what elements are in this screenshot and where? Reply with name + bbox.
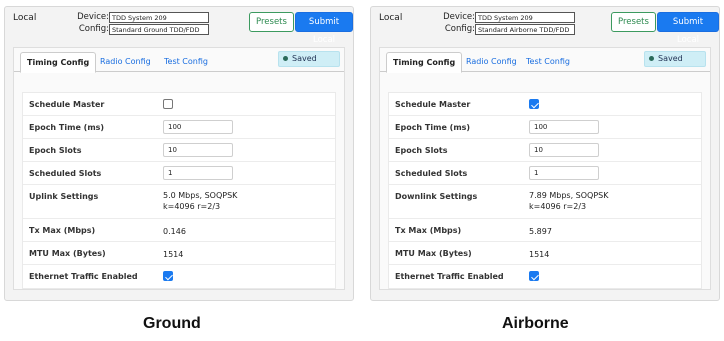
uplink-settings-value: 5.0 Mbps, SOQPSK k=4096 r=2/3	[163, 190, 237, 212]
config-field[interactable]: Standard Airborne TDD/FDD	[475, 24, 575, 35]
submit-local-button[interactable]: Submit Local	[657, 12, 719, 45]
epoch-time-label: Epoch Time (ms)	[29, 123, 105, 132]
config-card: Timing Config Radio Config Test Config S…	[13, 47, 345, 290]
tx-max-label: Tx Max (Mbps)	[395, 226, 462, 235]
tx-max-value: 5.897	[529, 227, 552, 236]
saved-badge: Saved	[278, 51, 340, 67]
ethernet-traffic-label: Ethernet Traffic Enabled	[395, 272, 504, 281]
ethernet-traffic-checkbox[interactable]	[529, 271, 539, 281]
downlink-settings-label: Downlink Settings	[395, 192, 478, 201]
device-label: Device:	[443, 12, 475, 22]
timing-settings-table: Schedule Master Epoch Time (ms) 100 Epoc…	[22, 92, 336, 289]
timing-settings-table: Schedule Master Epoch Time (ms) 100 Epoc…	[388, 92, 702, 289]
epoch-slots-label: Epoch Slots	[395, 146, 448, 155]
panel-header: Local Device: TDD System 209 Config: Sta…	[5, 7, 353, 45]
uplink-settings-label: Uplink Settings	[29, 192, 99, 201]
ethernet-traffic-checkbox[interactable]	[163, 271, 173, 281]
row-tx-max: Tx Max (Mbps) 0.146	[23, 219, 335, 242]
submit-local-button[interactable]: Submit Local	[295, 12, 353, 45]
epoch-time-input[interactable]: 100	[529, 120, 599, 134]
mtu-max-label: MTU Max (Bytes)	[395, 249, 472, 258]
downlink-rate: 7.89 Mbps, SOQPSK	[529, 191, 609, 200]
row-schedule-master: Schedule Master	[389, 93, 701, 116]
local-label: Local	[13, 13, 37, 23]
local-label: Local	[379, 13, 403, 23]
epoch-time-input[interactable]: 100	[163, 120, 233, 134]
tx-max-label: Tx Max (Mbps)	[29, 226, 96, 235]
row-mtu-max: MTU Max (Bytes) 1514	[389, 242, 701, 265]
device-field[interactable]: TDD System 209	[109, 12, 209, 23]
row-downlink-settings: Downlink Settings 7.89 Mbps, SOQPSK k=409…	[389, 185, 701, 219]
row-epoch-time: Epoch Time (ms) 100	[389, 116, 701, 139]
epoch-slots-label: Epoch Slots	[29, 146, 82, 155]
device-label: Device:	[77, 12, 109, 22]
mtu-max-value: 1514	[163, 250, 184, 259]
tab-radio-config[interactable]: Radio Config	[94, 52, 157, 72]
epoch-slots-input[interactable]: 10	[163, 143, 233, 157]
saved-badge: Saved	[644, 51, 706, 67]
tab-timing-config[interactable]: Timing Config	[386, 52, 463, 73]
row-scheduled-slots: Scheduled Slots 1	[23, 162, 335, 185]
tx-max-value: 0.146	[163, 227, 186, 236]
saved-text: Saved	[292, 54, 317, 63]
scheduled-slots-input[interactable]: 1	[529, 166, 599, 180]
schedule-master-label: Schedule Master	[29, 100, 105, 109]
downlink-coding: k=4096 r=2/3	[529, 202, 587, 211]
tab-bar: Timing Config Radio Config Test Config S…	[380, 48, 710, 73]
saved-text: Saved	[658, 54, 683, 63]
scheduled-slots-input[interactable]: 1	[163, 166, 233, 180]
epoch-slots-input[interactable]: 10	[529, 143, 599, 157]
config-label: Config:	[78, 24, 109, 34]
downlink-settings-value: 7.89 Mbps, SOQPSK k=4096 r=2/3	[529, 190, 609, 212]
device-field[interactable]: TDD System 209	[475, 12, 575, 23]
status-dot-icon	[649, 56, 654, 61]
presets-button[interactable]: Presets	[249, 12, 294, 32]
tab-bar: Timing Config Radio Config Test Config S…	[14, 48, 344, 73]
airborne-config-panel: Local Device: TDD System 209 Config: Sta…	[370, 6, 720, 301]
row-schedule-master: Schedule Master	[23, 93, 335, 116]
row-epoch-slots: Epoch Slots 10	[23, 139, 335, 162]
schedule-master-checkbox[interactable]	[529, 99, 539, 109]
config-label: Config:	[444, 24, 475, 34]
row-mtu-max: MTU Max (Bytes) 1514	[23, 242, 335, 265]
row-ethernet-traffic: Ethernet Traffic Enabled	[389, 265, 701, 288]
airborne-caption: Airborne	[502, 315, 569, 332]
ground-config-panel: Local Device: TDD System 209 Config: Sta…	[4, 6, 354, 301]
config-field[interactable]: Standard Ground TDD/FDD	[109, 24, 209, 35]
scheduled-slots-label: Scheduled Slots	[395, 169, 468, 178]
ethernet-traffic-label: Ethernet Traffic Enabled	[29, 272, 138, 281]
tab-test-config[interactable]: Test Config	[520, 52, 576, 72]
row-scheduled-slots: Scheduled Slots 1	[389, 162, 701, 185]
row-epoch-slots: Epoch Slots 10	[389, 139, 701, 162]
row-tx-max: Tx Max (Mbps) 5.897	[389, 219, 701, 242]
scheduled-slots-label: Scheduled Slots	[29, 169, 102, 178]
presets-button[interactable]: Presets	[611, 12, 656, 32]
row-uplink-settings: Uplink Settings 5.0 Mbps, SOQPSK k=4096 r…	[23, 185, 335, 219]
ground-caption: Ground	[143, 315, 201, 332]
mtu-max-label: MTU Max (Bytes)	[29, 249, 106, 258]
tab-timing-config[interactable]: Timing Config	[20, 52, 97, 73]
row-ethernet-traffic: Ethernet Traffic Enabled	[23, 265, 335, 288]
uplink-rate: 5.0 Mbps, SOQPSK	[163, 191, 238, 200]
status-dot-icon	[283, 56, 288, 61]
schedule-master-label: Schedule Master	[395, 100, 471, 109]
schedule-master-checkbox[interactable]	[163, 99, 173, 109]
epoch-time-label: Epoch Time (ms)	[395, 123, 471, 132]
row-epoch-time: Epoch Time (ms) 100	[23, 116, 335, 139]
tab-radio-config[interactable]: Radio Config	[460, 52, 523, 72]
config-card: Timing Config Radio Config Test Config S…	[379, 47, 711, 290]
mtu-max-value: 1514	[529, 250, 550, 259]
uplink-coding: k=4096 r=2/3	[163, 202, 221, 211]
panel-header: Local Device: TDD System 209 Config: Sta…	[371, 7, 719, 45]
tab-test-config[interactable]: Test Config	[158, 52, 214, 72]
